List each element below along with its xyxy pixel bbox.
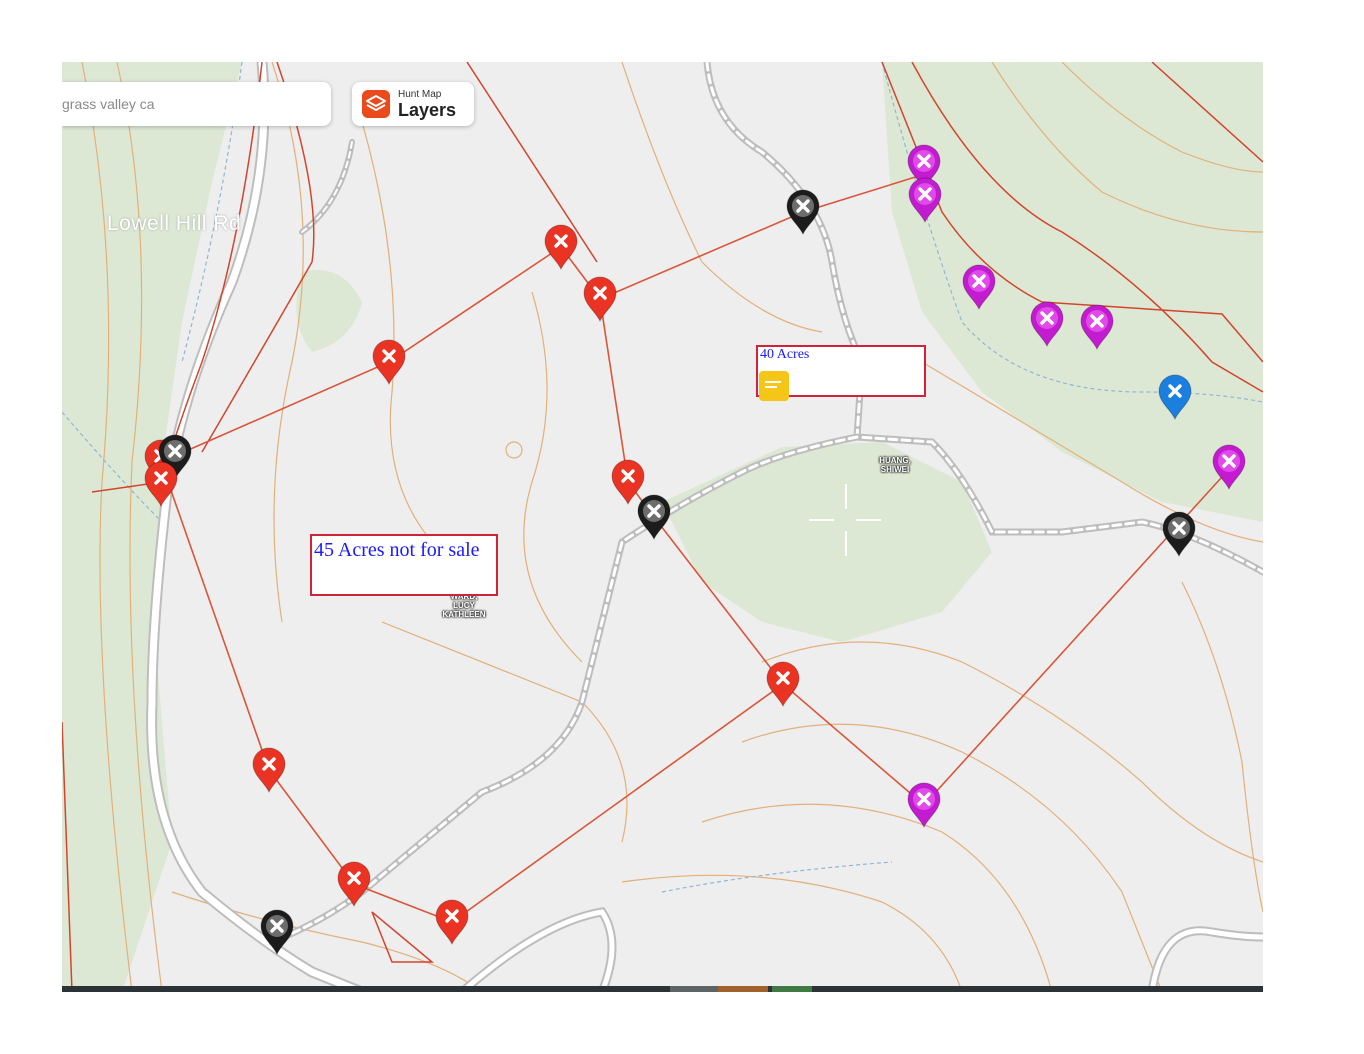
red-map-pin[interactable] (335, 860, 373, 908)
black-map-pin[interactable] (1160, 510, 1198, 558)
red-map-pin[interactable] (764, 660, 802, 708)
red-map-pin[interactable] (542, 223, 580, 271)
red-map-pin[interactable] (433, 898, 471, 946)
red-map-pin[interactable] (370, 338, 408, 386)
layers-button[interactable]: Hunt Map Layers (352, 82, 474, 126)
magenta-map-pin[interactable] (960, 263, 998, 311)
magenta-map-pin[interactable] (905, 781, 943, 829)
layers-subtitle: Hunt Map (398, 89, 442, 100)
magenta-map-pin[interactable] (1028, 300, 1066, 348)
blue-map-pin[interactable] (1156, 373, 1194, 421)
owner-label: WARD, LUCY KATHLEEN (442, 592, 486, 619)
magenta-map-pin[interactable] (1078, 303, 1116, 351)
black-map-pin[interactable] (258, 908, 296, 956)
toolbar-segment[interactable] (718, 986, 768, 992)
toolbar-segment[interactable] (670, 986, 718, 992)
layers-icon (362, 90, 390, 118)
search-box[interactable]: grass valley ca (62, 82, 331, 126)
map-view[interactable]: grass valley ca Hunt Map Layers Lowell H… (62, 62, 1263, 992)
black-map-pin[interactable] (635, 493, 673, 541)
layers-label: Layers (398, 100, 457, 120)
black-map-pin[interactable] (784, 188, 822, 236)
magenta-map-pin[interactable] (906, 176, 944, 224)
note-40-acres[interactable]: 40 Acres (756, 345, 926, 401)
note-text: 40 Acres (760, 347, 810, 362)
red-map-pin[interactable] (142, 460, 180, 508)
note-text: 45 Acres not for sale (314, 539, 480, 561)
search-input[interactable]: grass valley ca (62, 96, 155, 112)
red-map-pin[interactable] (250, 746, 288, 794)
comment-icon[interactable] (759, 371, 789, 401)
road-label: Lowell Hill Rd (107, 212, 242, 235)
toolbar-segment[interactable] (772, 986, 812, 992)
bottom-toolbar (62, 986, 1263, 992)
magenta-map-pin[interactable] (1210, 443, 1248, 491)
owner-label: HUANG, SHIWEI (879, 456, 911, 474)
note-45-acres[interactable]: 45 Acres not for sale (310, 534, 498, 596)
red-map-pin[interactable] (581, 275, 619, 323)
